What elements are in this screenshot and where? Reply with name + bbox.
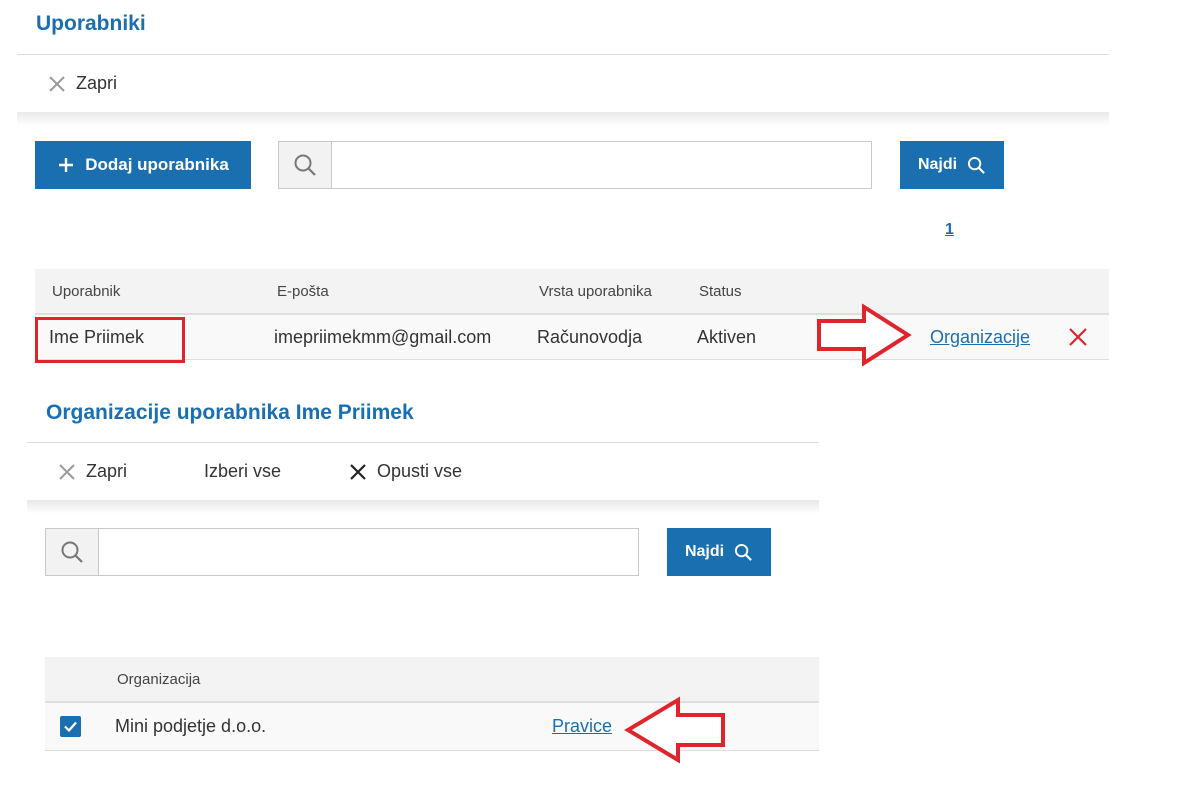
close-icon (350, 463, 366, 480)
arrow-left-annotation (624, 696, 725, 764)
organization-checkbox[interactable] (60, 716, 81, 737)
close-icon (49, 75, 65, 92)
orgs-find-label: Najdi (684, 543, 725, 560)
users-title: Uporabniki (36, 12, 146, 35)
users-close-label: Zapri (76, 73, 118, 93)
delete-user-button[interactable] (1068, 315, 1088, 359)
column-header-email: E-pošta (277, 282, 329, 300)
add-user-label: Dodaj uporabnika (85, 155, 229, 174)
search-icon (968, 156, 985, 174)
users-table-header: Uporabnik E-pošta Vrsta uporabnika Statu… (35, 269, 1109, 315)
search-icon (735, 543, 752, 561)
cell-organization: Mini podjetje d.o.o. (115, 716, 267, 736)
orgs-title-divider (27, 442, 819, 443)
users-close-button[interactable]: Zapri (48, 73, 117, 94)
orgs-search-input[interactable] (99, 529, 638, 575)
close-icon (59, 463, 75, 480)
cell-user-type: Računovodja (537, 326, 643, 347)
users-find-label: Najdi (917, 156, 958, 173)
orgs-search-icon-cell (46, 529, 99, 575)
delete-icon (1069, 328, 1087, 346)
pagination-page-1[interactable]: 1 (945, 221, 954, 239)
cell-email: imepriimekmm@gmail.com (274, 326, 492, 347)
orgs-search-box (45, 528, 639, 576)
column-header-user-type: Vrsta uporabnika (539, 282, 652, 300)
checkmark-icon (64, 721, 77, 733)
arrow-right-annotation (817, 303, 912, 367)
select-all-button[interactable]: Izberi vse (204, 461, 281, 482)
users-toolbar-shadow (17, 112, 1109, 126)
table-row: Ime Priimek imepriimekmm@gmail.com Račun… (35, 315, 1109, 360)
plus-icon (59, 158, 74, 172)
cell-status: Aktiven (697, 326, 757, 347)
orgs-title: Organizacije uporabnika Ime Priimek (46, 401, 414, 424)
deselect-all-button[interactable]: Opusti vse (349, 461, 462, 482)
annotation-highlight-box (35, 317, 185, 363)
orgs-close-button[interactable]: Zapri (58, 461, 127, 482)
users-search-icon-cell (279, 142, 332, 188)
add-user-button[interactable]: Dodaj uporabnika (35, 141, 251, 189)
select-all-label: Izberi vse (204, 461, 282, 481)
search-icon (61, 541, 83, 563)
deselect-all-label: Opusti vse (377, 461, 463, 481)
organizations-link[interactable]: Organizacije (930, 327, 1030, 348)
column-header-organization: Organizacija (117, 670, 201, 688)
search-icon (294, 154, 316, 176)
users-search-box (278, 141, 872, 189)
column-header-status: Status (699, 282, 742, 300)
permissions-link[interactable]: Pravice (552, 716, 612, 737)
orgs-toolbar-shadow (27, 500, 819, 514)
column-header-user: Uporabnik (52, 282, 121, 300)
orgs-close-label: Zapri (86, 461, 128, 481)
users-search-input[interactable] (332, 142, 871, 188)
users-find-button[interactable]: Najdi (900, 141, 1004, 189)
orgs-find-button[interactable]: Najdi (667, 528, 771, 576)
users-title-divider (17, 54, 1109, 55)
